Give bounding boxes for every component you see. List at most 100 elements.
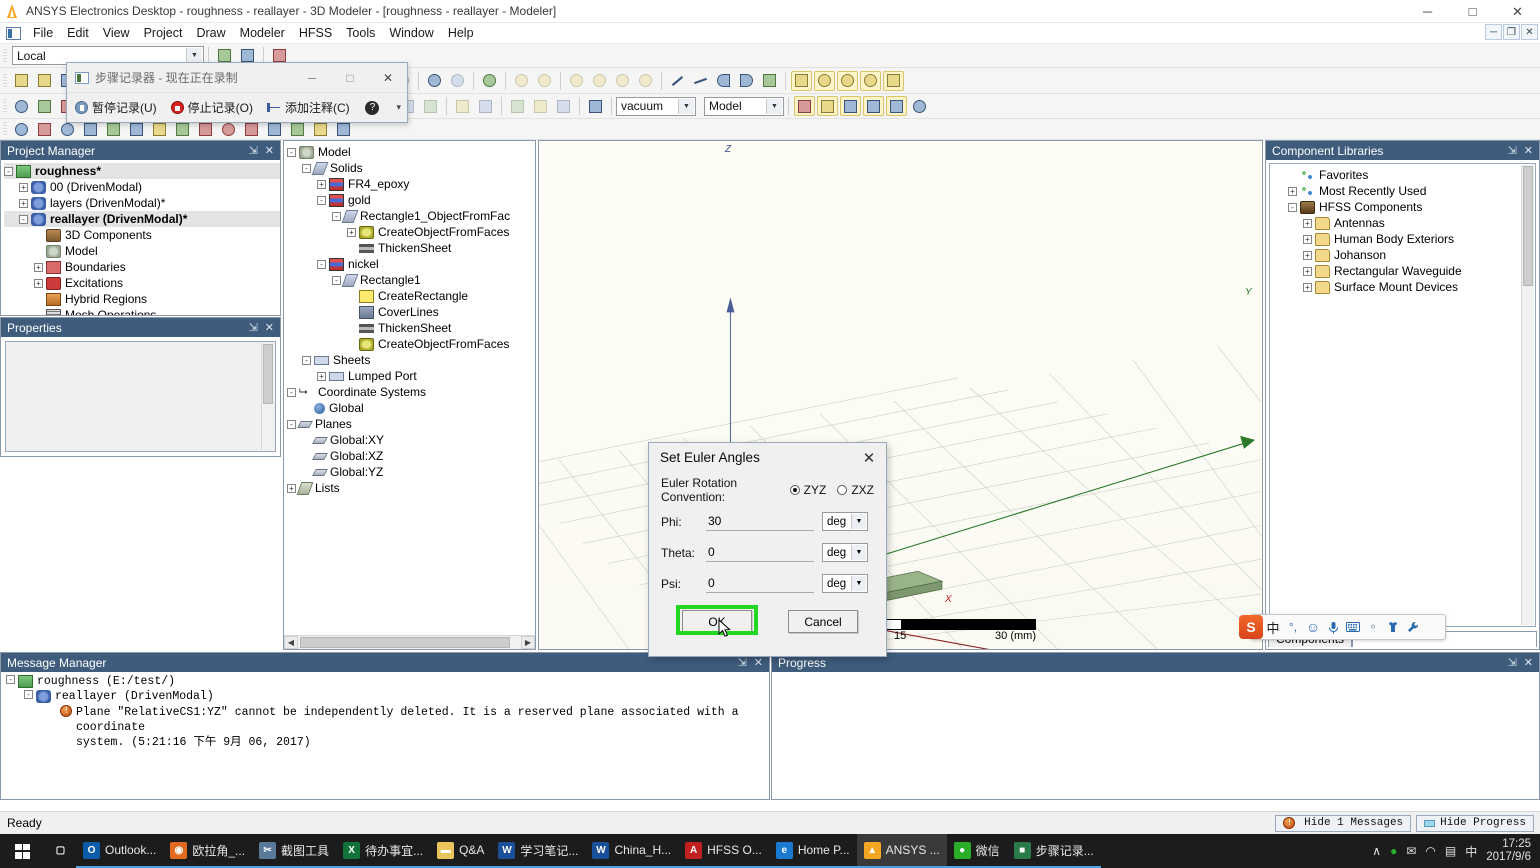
help-icon[interactable]: ? xyxy=(365,100,380,115)
draw-arc-3pt-button[interactable] xyxy=(736,71,757,91)
scroll-right-arrow[interactable]: ▶ xyxy=(521,636,535,649)
draw-regular-polygon-button[interactable] xyxy=(860,70,881,91)
expander-icon[interactable]: - xyxy=(332,275,341,285)
draw-box-button[interactable] xyxy=(883,70,904,91)
expander-icon[interactable]: + xyxy=(317,371,326,381)
tray-wifi-icon[interactable]: ◠ xyxy=(1425,844,1435,858)
theta-input[interactable] xyxy=(706,543,814,562)
project-tree-item-node[interactable]: + Boundaries xyxy=(4,259,280,275)
model-tree-item-node[interactable]: Global xyxy=(287,400,535,416)
new-project-button[interactable] xyxy=(11,71,32,91)
draw-line-button[interactable] xyxy=(667,71,688,91)
ime-mode-chinese-icon[interactable]: 中 xyxy=(1263,616,1283,638)
hide-messages-button[interactable]: Hide 1 Messages xyxy=(1275,814,1412,832)
open-project-button[interactable] xyxy=(34,71,55,91)
view-top-button[interactable] xyxy=(612,71,633,91)
pause-record-button[interactable]: 暂停记录(U) xyxy=(75,99,157,116)
expander-icon[interactable]: - xyxy=(287,147,296,157)
help-button[interactable] xyxy=(11,96,32,116)
ok-button[interactable]: OK xyxy=(682,610,752,633)
model-tree-item-node[interactable]: - Sheets xyxy=(287,352,535,368)
snap-face-center-button[interactable] xyxy=(863,96,884,116)
ime-skin-icon[interactable] xyxy=(1383,616,1403,638)
model-tree-item-node[interactable]: - gold xyxy=(287,192,535,208)
set-euler-angles-dialog[interactable]: Set Euler Angles ✕ Euler Rotation Conven… xyxy=(648,442,887,657)
taskbar-item-wechat[interactable]: ● 微信 xyxy=(946,834,1007,868)
taskbar-item-ansys[interactable]: ▲ ANSYS ... xyxy=(856,834,947,868)
expander-icon[interactable]: - xyxy=(332,211,341,221)
chevron-down-icon[interactable]: ▼ xyxy=(766,98,782,114)
project-tree-item-node[interactable]: 3D Components xyxy=(4,227,280,243)
menu-item-help[interactable]: Help xyxy=(441,24,481,42)
expander-icon[interactable]: + xyxy=(1303,282,1312,292)
toolbar-grip[interactable] xyxy=(3,72,7,89)
cancel-button[interactable]: Cancel xyxy=(788,610,858,633)
model-tree-item-node[interactable]: ThickenSheet xyxy=(287,320,535,336)
pin-icon[interactable]: ⇲ xyxy=(1508,656,1517,669)
model-tree-item-node[interactable]: - Solids xyxy=(287,160,535,176)
add-comment-button[interactable]: 添加注释(C) xyxy=(267,99,350,116)
draw-rectangle-button[interactable] xyxy=(791,70,812,91)
dialog-close-button[interactable]: ✕ xyxy=(852,443,886,472)
taskbar-item-word[interactable]: W 学习笔记... xyxy=(491,834,586,868)
taskbar-item-word[interactable]: W China_H... xyxy=(585,834,679,868)
message-manager-body[interactable]: - roughness (E:/test/) - reallayer (Driv… xyxy=(1,672,769,799)
stop-record-button[interactable]: 停止记录(O) xyxy=(170,99,253,116)
menu-item-modeler[interactable]: Modeler xyxy=(233,24,292,42)
model-tree-item-node[interactable]: - Model xyxy=(287,144,535,160)
taskbar-clock[interactable]: 17:25 2017/9/6 xyxy=(1486,838,1531,864)
step-recorder-close-button[interactable]: ✕ xyxy=(369,64,407,92)
view-front-button[interactable] xyxy=(511,71,532,91)
expander-icon[interactable]: + xyxy=(1303,250,1312,260)
tray-notification-icon[interactable]: ▤ xyxy=(1445,844,1456,858)
project-tree-item-node[interactable]: - reallayer (DrivenModal)* xyxy=(4,211,280,227)
model-tree-item-node[interactable]: - Rectangle1 xyxy=(287,272,535,288)
chevron-down-icon[interactable]: ▼ xyxy=(678,98,694,114)
offset-button[interactable] xyxy=(507,96,528,116)
expander-icon[interactable]: - xyxy=(317,195,326,205)
hfss-solution-type-button[interactable] xyxy=(11,119,32,139)
psi-input[interactable] xyxy=(706,574,814,593)
chevron-down-icon[interactable]: ▼ xyxy=(851,514,866,529)
menu-item-edit[interactable]: Edit xyxy=(60,24,96,42)
scroll-thumb[interactable] xyxy=(263,344,273,404)
menu-item-draw[interactable]: Draw xyxy=(189,24,232,42)
component-libraries-scrollbar[interactable] xyxy=(1521,165,1534,625)
message-project-row[interactable]: - roughness (E:/test/) xyxy=(4,675,769,690)
snap-edge-center-button[interactable] xyxy=(840,96,861,116)
radio-zxz[interactable] xyxy=(837,484,848,495)
project-tree-item-node[interactable]: Hybrid Regions xyxy=(4,291,280,307)
toolbar-grip[interactable] xyxy=(3,121,7,137)
step-recorder-minimize-button[interactable]: ─ xyxy=(293,64,331,92)
hfss-boundary-button[interactable] xyxy=(34,119,55,139)
window-minimize-button[interactable]: ─ xyxy=(1405,0,1450,23)
taskbar-item-excel[interactable]: X 待办事宜... xyxy=(336,834,431,868)
model-tree-item-node[interactable]: CoverLines xyxy=(287,304,535,320)
component-library-item-node[interactable]: + Johanson xyxy=(1273,247,1535,263)
properties-scrollbar[interactable] xyxy=(261,343,274,450)
draw-spline-button[interactable] xyxy=(690,71,711,91)
taskbar-item-snip[interactable]: ✂ 截图工具 xyxy=(252,834,337,868)
sogou-logo-icon[interactable]: S xyxy=(1239,615,1263,639)
window-maximize-button[interactable]: □ xyxy=(1450,0,1495,23)
component-library-item-node[interactable]: + Most Recently Used xyxy=(1273,183,1535,199)
model-tree-item-node[interactable]: - nickel xyxy=(287,256,535,272)
menu-item-hfss[interactable]: HFSS xyxy=(292,24,339,42)
tray-wechat-icon[interactable]: ● xyxy=(1390,844,1397,858)
scroll-thumb[interactable] xyxy=(1523,166,1533,286)
toolbar-grip[interactable] xyxy=(3,47,7,64)
3d-viewport[interactable]: Z Y X 0 15 30 (mm) xyxy=(538,140,1263,650)
message-list[interactable]: - roughness (E:/test/) - reallayer (Driv… xyxy=(1,672,769,750)
model-tree-item-node[interactable]: Global:YZ xyxy=(287,464,535,480)
component-library-item-node[interactable]: Favorites xyxy=(1273,167,1535,183)
sogou-ime-toolbar[interactable]: S 中 °, ☺ ⚬ xyxy=(1239,614,1446,640)
toolbar-grip[interactable] xyxy=(3,98,7,114)
model-combo[interactable]: Model ▼ xyxy=(704,96,784,116)
menu-item-window[interactable]: Window xyxy=(382,24,440,42)
chevron-down-icon[interactable]: ▼ xyxy=(186,48,202,63)
expander-icon[interactable]: + xyxy=(34,278,43,288)
step-recorder-window[interactable]: 步骤记录器 - 现在正在录制 ─ □ ✕ 暂停记录(U) 停止记录(O) 添加注… xyxy=(66,62,408,123)
taskbar-item-outlook[interactable]: O Outlook... xyxy=(76,834,164,868)
material-combo[interactable]: vacuum ▼ xyxy=(616,96,696,116)
expander-icon[interactable]: + xyxy=(19,182,28,192)
